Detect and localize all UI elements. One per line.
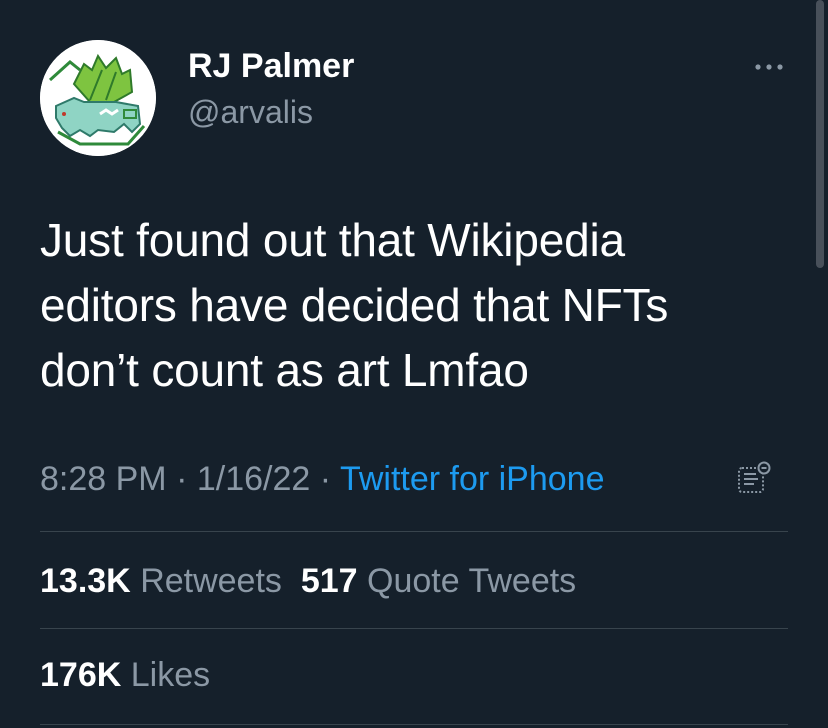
- likes-stat[interactable]: 176K Likes: [40, 656, 210, 694]
- quote-tweets-stat[interactable]: 517 Quote Tweets: [301, 562, 576, 600]
- meta-separator: ·: [176, 460, 188, 498]
- likes-stats-row: 176K Likes: [40, 652, 210, 698]
- meta-separator: ·: [319, 460, 332, 498]
- tweet-text-line: editors have decided that NFTs: [40, 279, 669, 331]
- quote-tweets-count: 517: [300, 562, 358, 600]
- tweet-date[interactable]: 1/16/22: [197, 460, 310, 498]
- bulbasaur-avatar-icon: [40, 40, 156, 156]
- divider: [40, 724, 788, 725]
- author-handle[interactable]: @arvalis: [188, 94, 313, 131]
- avatar[interactable]: [40, 40, 156, 156]
- more-options-button[interactable]: [752, 52, 786, 82]
- tweet-text-line: Just found out that Wikipedia: [40, 214, 625, 266]
- divider: [40, 531, 788, 532]
- tweet-text-line: don’t count as art Lmfao: [40, 344, 529, 396]
- divider: [40, 628, 788, 629]
- tweet-meta: 8:28 PM · 1/16/22 · Twitter for iPhone: [40, 456, 605, 502]
- more-options-icon: [755, 64, 783, 70]
- retweets-stat[interactable]: 13.3K Retweets: [40, 562, 282, 600]
- scrollbar-thumb[interactable]: [816, 0, 824, 268]
- tweet-text: Just found out that Wikipedia editors ha…: [40, 208, 780, 403]
- retweets-label: Retweets: [140, 562, 282, 600]
- tweet-analytics-button[interactable]: [736, 460, 772, 496]
- likes-label: Likes: [130, 656, 211, 694]
- likes-count: 176K: [40, 656, 122, 694]
- engagement-stats-row: 13.3K Retweets 517 Quote Tweets: [40, 558, 576, 604]
- tweet-analytics-icon: [738, 461, 771, 493]
- tweet-time[interactable]: 8:28 PM: [40, 460, 167, 498]
- tweet-source-link[interactable]: Twitter for iPhone: [340, 460, 605, 498]
- retweets-count: 13.3K: [40, 562, 131, 600]
- quote-tweets-label: Quote Tweets: [367, 562, 577, 600]
- author-display-name[interactable]: RJ Palmer: [188, 47, 354, 86]
